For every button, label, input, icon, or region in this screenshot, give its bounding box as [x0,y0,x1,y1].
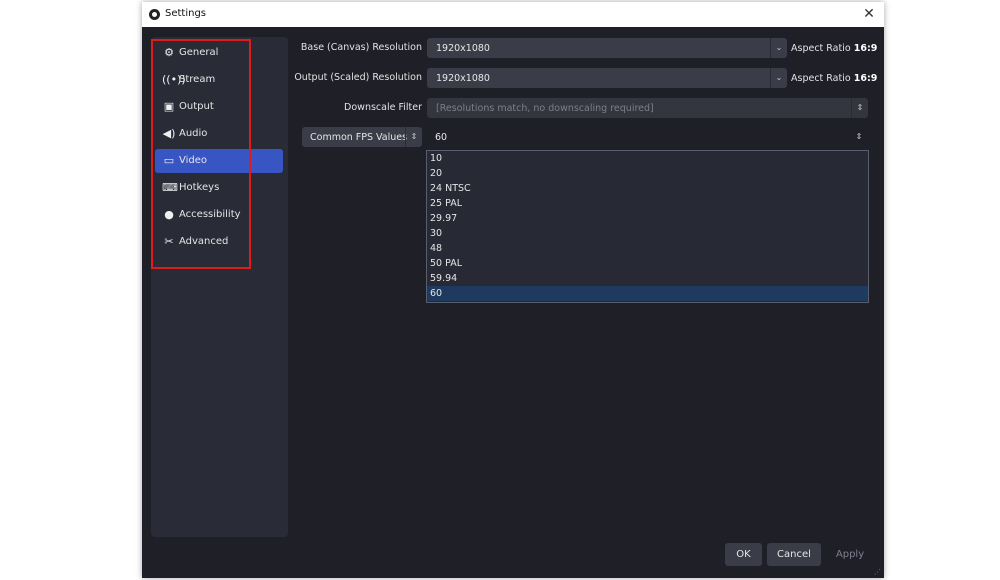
obs-logo-icon [149,9,160,20]
downscale-filter-combo[interactable]: [Resolutions match, no downscaling requi… [427,98,868,118]
fps-option[interactable]: 30 [427,226,868,241]
settings-sidebar: ⚙ General ((•)) Stream ▣ Output ◀) Audio… [151,37,288,537]
fps-option[interactable]: 25 PAL [427,196,868,211]
tools-icon: ✂ [164,235,174,248]
base-resolution-label: Base (Canvas) Resolution [300,42,422,53]
fps-option[interactable]: 20 [427,166,868,181]
sidebar-item-hotkeys[interactable]: ⌨ Hotkeys [155,176,283,200]
sidebar-item-label: Advanced [179,236,229,247]
output-aspect-ratio: Aspect Ratio 16:9 [791,73,878,84]
fps-value-combo[interactable]: 60 ⇕ [427,127,868,147]
gear-icon: ⚙ [164,46,174,59]
fps-option[interactable]: 59.94 [427,271,868,286]
downscale-filter-value: [Resolutions match, no downscaling requi… [436,103,654,114]
sidebar-item-advanced[interactable]: ✂ Advanced [155,230,283,254]
updown-arrows-icon[interactable]: ⇕ [851,98,868,118]
sidebar-item-stream[interactable]: ((•)) Stream [155,68,283,92]
window-title: Settings [165,8,207,19]
downscale-filter-label: Downscale Filter [344,102,422,113]
sidebar-item-label: Video [179,155,208,166]
sidebar-item-label: Accessibility [179,209,241,220]
fps-option[interactable]: 48 [427,241,868,256]
ok-button[interactable]: OK [725,543,762,566]
sidebar-item-accessibility[interactable]: ● Accessibility [155,203,283,227]
sidebar-item-output[interactable]: ▣ Output [155,95,283,119]
fps-option[interactable]: 29.97 [427,211,868,226]
title-bar: Settings ✕ [142,2,884,27]
fps-type-combo[interactable]: Common FPS Values ⇕ [302,127,422,147]
sidebar-item-label: Stream [179,74,216,85]
sidebar-item-video[interactable]: ▭ Video [155,149,283,173]
base-resolution-value: 1920x1080 [436,43,490,54]
chevron-down-icon[interactable]: ⌄ [770,38,787,58]
apply-button[interactable]: Apply [826,543,874,566]
fps-dropdown-list: 10 20 24 NTSC 25 PAL 29.97 30 48 50 PAL … [426,150,869,303]
base-resolution-combo[interactable]: 1920x1080 ⌄ [427,38,787,58]
antenna-icon: ((•)) [162,73,186,86]
monitor-icon: ▭ [163,154,175,167]
sidebar-item-label: Audio [179,128,208,139]
output-resolution-value: 1920x1080 [436,73,490,84]
output-resolution-combo[interactable]: 1920x1080 ⌄ [427,68,787,88]
output-resolution-label: Output (Scaled) Resolution [294,72,422,83]
sidebar-item-label: General [179,47,219,58]
base-aspect-ratio: Aspect Ratio 16:9 [791,43,878,54]
fps-option[interactable]: 10 [427,151,868,166]
fps-type-value: Common FPS Values [310,132,408,143]
output-icon: ▣ [163,100,175,113]
chevron-down-icon[interactable]: ⌄ [770,68,787,88]
fps-option[interactable]: 24 NTSC [427,181,868,196]
sidebar-item-label: Output [179,101,214,112]
resize-grip-icon[interactable]: ⋰ [874,568,882,576]
keyboard-icon: ⌨ [162,181,178,194]
fps-option[interactable]: 50 PAL [427,256,868,271]
fps-value: 60 [435,132,448,143]
speaker-icon: ◀) [162,127,176,140]
cancel-button[interactable]: Cancel [767,543,821,566]
sidebar-item-general[interactable]: ⚙ General [155,41,283,65]
sidebar-item-audio[interactable]: ◀) Audio [155,122,283,146]
settings-window: Settings ✕ ⚙ General ((•)) Stream ▣ Outp… [142,2,884,578]
updown-arrows-icon[interactable]: ⇕ [405,127,422,147]
close-button[interactable]: ✕ [860,5,878,23]
sidebar-item-label: Hotkeys [179,182,220,193]
updown-arrows-icon[interactable]: ⇕ [852,127,866,147]
fps-option-selected[interactable]: 60 [427,286,868,301]
accessibility-icon: ● [164,208,174,221]
